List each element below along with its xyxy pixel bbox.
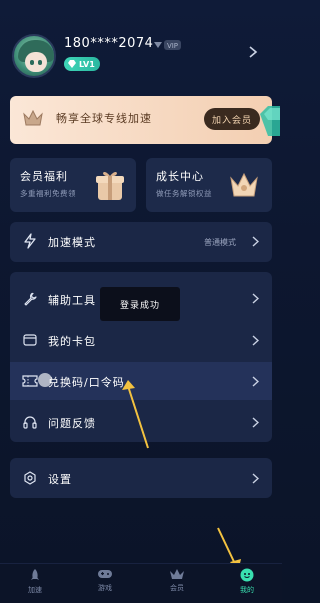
crown-icon [230, 172, 258, 197]
chevron-right-icon [252, 376, 259, 387]
ticket-icon [22, 375, 38, 387]
chevron-right-icon [252, 473, 259, 484]
card-title: 会员福利 [20, 170, 68, 183]
chevron-right-icon [252, 335, 259, 346]
avatar[interactable] [12, 34, 56, 78]
annotation-arrow [217, 527, 237, 567]
nav-label: 我的 [240, 586, 254, 594]
chevron-right-icon [252, 293, 259, 304]
nav-label: 游戏 [98, 584, 112, 592]
chevron-right-icon [252, 417, 259, 428]
crown-icon [23, 109, 43, 126]
nav-tab-games[interactable]: 游戏 [80, 568, 130, 593]
nav-tab-accelerate[interactable]: 加速 [10, 568, 60, 595]
crown-icon [170, 569, 184, 579]
headset-icon [23, 416, 37, 429]
join-membership-button[interactable]: 加入会员 [204, 108, 260, 130]
vip-tag-text: VIP [167, 42, 178, 50]
wrench-icon [24, 292, 37, 306]
nav-label: 加速 [28, 586, 42, 594]
rocket-icon [31, 569, 39, 580]
accel-mode-label: 加速模式 [48, 236, 96, 249]
lightning-icon [24, 233, 36, 249]
chevron-right-icon [252, 236, 259, 247]
profile-icon [240, 568, 254, 582]
nav-tab-membership[interactable]: 会员 [152, 568, 202, 593]
wallet-icon [23, 334, 37, 346]
login-success-toast: 登录成功 [100, 287, 180, 321]
vip-badge-icon: VIP [154, 40, 181, 50]
level-text: LV1 [79, 59, 95, 69]
menu-item-label: 问题反馈 [48, 417, 96, 430]
nav-tab-profile[interactable]: 我的 [222, 568, 272, 595]
menu-item-label: 辅助工具 [48, 294, 96, 307]
chevron-right-icon[interactable] [248, 45, 258, 59]
card-title: 成长中心 [156, 170, 204, 183]
card-subtitle: 多重福利免费领 [20, 189, 76, 198]
user-phone: 180****2074 [64, 36, 154, 51]
gamepad-icon [98, 570, 112, 578]
nav-label: 会员 [170, 584, 184, 592]
banner-text: 畅享全球专线加速 [56, 112, 152, 125]
settings-label: 设置 [48, 473, 72, 486]
card-subtitle: 做任务解锁权益 [156, 189, 212, 198]
gift-icon [96, 171, 124, 200]
gem-icon [260, 106, 280, 136]
gear-icon [24, 471, 36, 485]
diamond-icon [68, 60, 76, 68]
menu-item-label: 兑换码/口令码 [48, 376, 125, 389]
menu-item-label: 我的卡包 [48, 335, 96, 348]
level-badge: LV1 [64, 57, 100, 71]
accel-mode-value: 普通模式 [204, 238, 236, 247]
